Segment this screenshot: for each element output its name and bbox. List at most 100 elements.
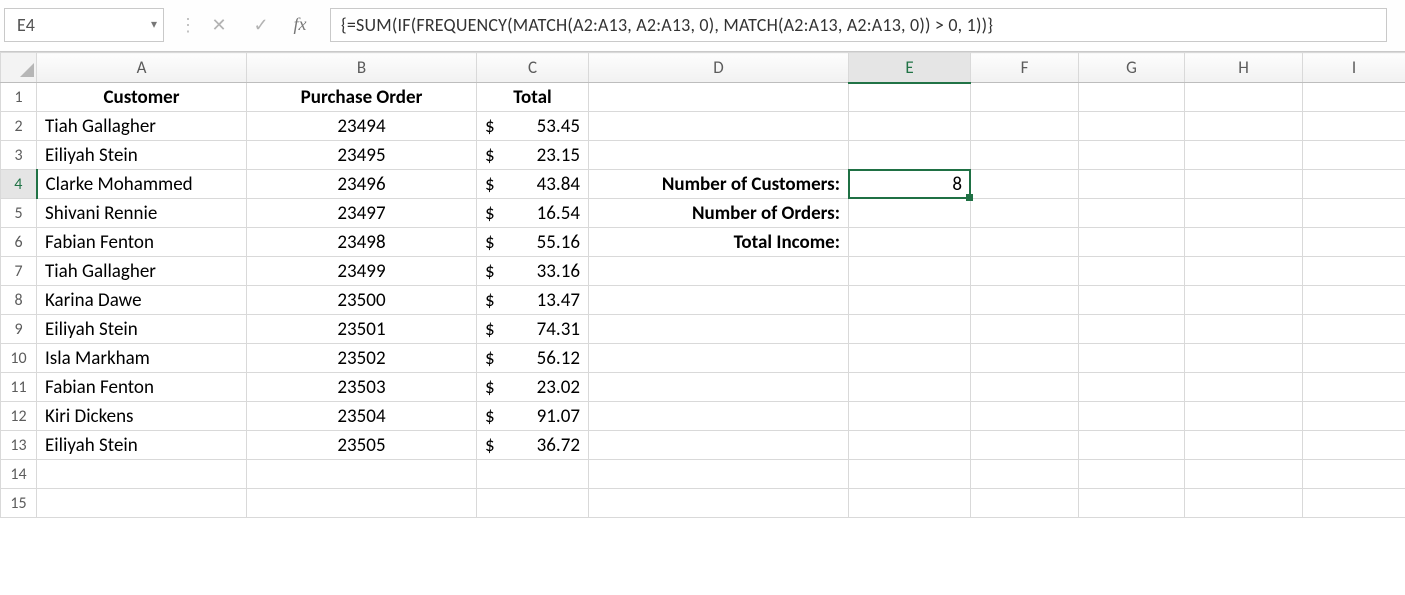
cell-D5[interactable]: Number of Orders: [589, 199, 849, 228]
cell-F7[interactable] [971, 257, 1079, 286]
cell-G2[interactable] [1079, 112, 1185, 141]
cell-I9[interactable] [1303, 315, 1405, 344]
cell-B15[interactable] [247, 489, 477, 518]
cell-F3[interactable] [971, 141, 1079, 170]
cell-D3[interactable] [589, 141, 849, 170]
cell-D14[interactable] [589, 460, 849, 489]
cell-E10[interactable] [849, 344, 971, 373]
cell-C12[interactable]: $91.07 [477, 402, 589, 431]
row-header-10[interactable]: 10 [1, 344, 37, 373]
cell-B6[interactable]: 23498 [247, 228, 477, 257]
cell-A7[interactable]: Tiah Gallagher [37, 257, 247, 286]
cell-G14[interactable] [1079, 460, 1185, 489]
cell-H7[interactable] [1185, 257, 1303, 286]
col-header-F[interactable]: F [971, 53, 1079, 83]
cell-B11[interactable]: 23503 [247, 373, 477, 402]
cell-A15[interactable] [37, 489, 247, 518]
cell-H10[interactable] [1185, 344, 1303, 373]
spreadsheet-grid[interactable]: A B C D E F G H I 1CustomerPurchase Orde… [0, 52, 1405, 518]
cell-D8[interactable] [589, 286, 849, 315]
cell-A2[interactable]: Tiah Gallagher [37, 112, 247, 141]
grid-table[interactable]: A B C D E F G H I 1CustomerPurchase Orde… [0, 52, 1405, 518]
cell-I8[interactable] [1303, 286, 1405, 315]
cell-C2[interactable]: $53.45 [477, 112, 589, 141]
cell-B10[interactable]: 23502 [247, 344, 477, 373]
cell-C7[interactable]: $33.16 [477, 257, 589, 286]
cell-I6[interactable] [1303, 228, 1405, 257]
cell-C6[interactable]: $55.16 [477, 228, 589, 257]
col-header-E[interactable]: E [849, 53, 971, 83]
cell-I3[interactable] [1303, 141, 1405, 170]
formula-input[interactable] [339, 13, 1378, 37]
cell-I1[interactable] [1303, 83, 1405, 112]
row-header-3[interactable]: 3 [1, 141, 37, 170]
row-header-13[interactable]: 13 [1, 431, 37, 460]
cell-G11[interactable] [1079, 373, 1185, 402]
row-header-1[interactable]: 1 [1, 83, 37, 112]
cell-B5[interactable]: 23497 [247, 199, 477, 228]
cell-F4[interactable] [971, 170, 1079, 199]
cell-G3[interactable] [1079, 141, 1185, 170]
cell-I5[interactable] [1303, 199, 1405, 228]
cell-B8[interactable]: 23500 [247, 286, 477, 315]
cell-E12[interactable] [849, 402, 971, 431]
cell-E2[interactable] [849, 112, 971, 141]
cell-C10[interactable]: $56.12 [477, 344, 589, 373]
cell-C3[interactable]: $23.15 [477, 141, 589, 170]
formula-input-wrap[interactable] [330, 8, 1387, 42]
cell-E15[interactable] [849, 489, 971, 518]
cell-B14[interactable] [247, 460, 477, 489]
cell-C1[interactable]: Total [477, 83, 589, 112]
row-header-11[interactable]: 11 [1, 373, 37, 402]
cell-E7[interactable] [849, 257, 971, 286]
cell-C15[interactable] [477, 489, 589, 518]
cell-D4[interactable]: Number of Customers: [589, 170, 849, 199]
name-box[interactable]: ▾ [4, 8, 164, 42]
cell-H11[interactable] [1185, 373, 1303, 402]
row-header-12[interactable]: 12 [1, 402, 37, 431]
row-header-4[interactable]: 4 [1, 170, 37, 199]
cell-E5[interactable] [849, 199, 971, 228]
cell-G4[interactable] [1079, 170, 1185, 199]
cell-A13[interactable]: Eiliyah Stein [37, 431, 247, 460]
cell-I13[interactable] [1303, 431, 1405, 460]
cell-A14[interactable] [37, 460, 247, 489]
cell-F13[interactable] [971, 431, 1079, 460]
cell-C4[interactable]: $43.84 [477, 170, 589, 199]
cell-F12[interactable] [971, 402, 1079, 431]
col-header-C[interactable]: C [477, 53, 589, 83]
cell-H6[interactable] [1185, 228, 1303, 257]
cell-H4[interactable] [1185, 170, 1303, 199]
cell-F10[interactable] [971, 344, 1079, 373]
cell-I4[interactable] [1303, 170, 1405, 199]
cell-F9[interactable] [971, 315, 1079, 344]
select-all-corner[interactable] [1, 53, 37, 83]
cell-G1[interactable] [1079, 83, 1185, 112]
cell-H14[interactable] [1185, 460, 1303, 489]
cell-I10[interactable] [1303, 344, 1405, 373]
col-header-I[interactable]: I [1303, 53, 1405, 83]
cell-I11[interactable] [1303, 373, 1405, 402]
cell-G13[interactable] [1079, 431, 1185, 460]
cell-G10[interactable] [1079, 344, 1185, 373]
cell-D1[interactable] [589, 83, 849, 112]
cell-B1[interactable]: Purchase Order [247, 83, 477, 112]
col-header-G[interactable]: G [1079, 53, 1185, 83]
col-header-A[interactable]: A [37, 53, 247, 83]
cell-C14[interactable] [477, 460, 589, 489]
name-box-dropdown-icon[interactable]: ▾ [151, 17, 157, 32]
cell-F6[interactable] [971, 228, 1079, 257]
cell-G15[interactable] [1079, 489, 1185, 518]
cell-H3[interactable] [1185, 141, 1303, 170]
cell-E8[interactable] [849, 286, 971, 315]
cell-F14[interactable] [971, 460, 1079, 489]
cell-B2[interactable]: 23494 [247, 112, 477, 141]
cell-C13[interactable]: $36.72 [477, 431, 589, 460]
row-header-9[interactable]: 9 [1, 315, 37, 344]
cell-D13[interactable] [589, 431, 849, 460]
cell-D9[interactable] [589, 315, 849, 344]
cell-E9[interactable] [849, 315, 971, 344]
cell-E6[interactable] [849, 228, 971, 257]
cell-G7[interactable] [1079, 257, 1185, 286]
cell-I2[interactable] [1303, 112, 1405, 141]
